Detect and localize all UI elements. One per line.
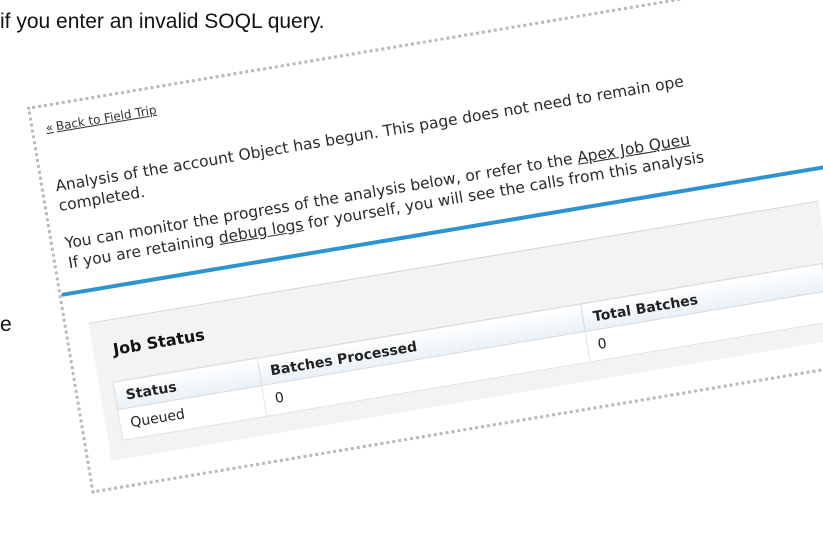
document-left-fragment: e: [0, 313, 12, 336]
document-top-text: if you enter an invalid SOQL query.: [0, 10, 325, 33]
salesforce-screenshot: «Back to Field Trip Analysis of the acco…: [27, 0, 823, 494]
back-link-label: Back to Field Trip: [54, 102, 158, 134]
back-to-field-trip-link[interactable]: «Back to Field Trip: [45, 103, 158, 135]
back-arrow-icon: «: [44, 120, 55, 136]
